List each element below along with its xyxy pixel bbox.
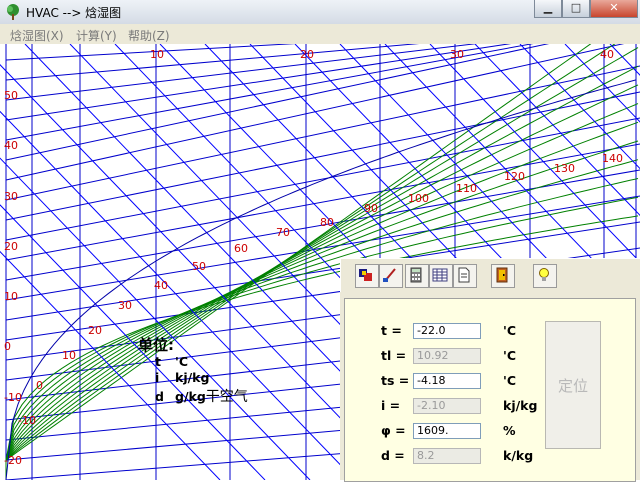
enthalpy-tick-label: 100 [408,192,429,205]
document-button[interactable] [453,264,477,288]
unit-value: 'C [175,354,189,369]
psychro-chart-icon [359,269,372,281]
field-input-i: -2.10 [413,398,481,414]
enthalpy-tick-label: 10 [62,349,76,362]
moisture-tick-label: 20 [300,48,314,61]
temperature-tick-label: 10 [4,290,18,303]
moisture-tick-label: 30 [450,48,464,61]
temperature-tick-label: 50 [4,89,18,102]
enthalpy-tick-label: 130 [554,162,575,175]
enthalpy-tick-label: 30 [118,299,132,312]
enthalpy-tick-label: 70 [276,226,290,239]
field-unit-ts: 'C [503,373,517,388]
calc-panel-inner: t = -22.0 'C tl = 10.92 'C ts = -4.18 'C… [344,298,636,482]
unit-suffix: 干空气 [205,389,248,405]
moisture-tick-label: 40 [600,48,614,61]
units-title: 单位: [138,336,174,354]
app-tree-icon [7,4,19,20]
field-label-t: t = [381,323,402,338]
unit-row-d: d g/kg干空气 [155,386,248,406]
edit-brush-icon [383,268,396,282]
document-icon [458,267,470,283]
enthalpy-tick-label: 60 [234,242,248,255]
field-label-tl: tl = [381,348,407,363]
temperature-tick-label: 40 [4,139,18,152]
unit-symbol: i [155,370,160,385]
field-input-phi[interactable]: 1609. [413,423,481,439]
table-button[interactable] [429,264,453,288]
unit-symbol: t [155,354,161,369]
unit-value: g/kg [175,389,206,404]
calculator-icon [410,267,422,283]
units-legend: 单位: t 'C i kj/kg d g/kg干空气 [138,334,248,405]
menu-bar: 焓湿图(X) 计算(Y) 帮助(Z) [0,24,640,44]
exit-door-icon [496,267,508,283]
enthalpy-tick-label: 40 [154,279,168,292]
field-unit-tl: 'C [503,348,517,363]
locate-button[interactable]: 定位 [545,321,601,449]
exit-button[interactable] [491,264,515,288]
field-input-tl: 10.92 [413,348,481,364]
field-label-d: d = [381,448,405,463]
title-bar: HVAC --> 焓湿图 ▁ □ ✕ [0,0,640,25]
field-label-i: i = [381,398,401,413]
lightbulb-icon [539,268,549,281]
unit-row-t: t 'C [155,354,188,369]
field-input-ts[interactable]: -4.18 [413,373,481,389]
enthalpy-tick-label: 0 [36,379,43,392]
unit-row-i: i kj/kg [155,370,209,385]
enthalpy-tick-label: -10 [18,414,36,427]
field-unit-d: k/kg [503,448,534,463]
menu-help[interactable]: 帮助(Z) [128,27,170,44]
close-button[interactable]: ✕ [590,0,638,18]
enthalpy-tick-label: 50 [192,260,206,273]
calculator-button[interactable] [405,264,429,288]
field-label-phi: φ = [381,423,406,438]
temperature-line [5,143,640,261]
maximize-button[interactable]: □ [562,0,590,18]
temperature-tick-label: -20 [4,454,22,467]
edit-button[interactable] [379,264,403,288]
temperature-line [5,44,625,181]
field-unit-t: 'C [503,323,517,338]
unit-symbol: d [155,389,164,404]
menu-psychrometric[interactable]: 焓湿图(X) [10,27,64,44]
temperature-tick-label: 0 [4,340,11,353]
moisture-tick-label: 10 [150,48,164,61]
window-title: HVAC --> 焓湿图 [26,6,122,20]
calc-panel: t = -22.0 'C tl = 10.92 'C ts = -4.18 'C… [340,292,640,482]
table-icon [432,268,448,282]
menu-calculate[interactable]: 计算(Y) [76,27,117,44]
enthalpy-tick-label: 110 [456,182,477,195]
toolbar [340,258,640,293]
field-unit-phi: % [503,423,516,438]
temperature-tick-label: -10 [4,391,22,404]
enthalpy-tick-label: 140 [602,152,623,165]
enthalpy-tick-label: 80 [320,216,334,229]
enthalpy-tick-label: 90 [364,202,378,215]
unit-value: kj/kg [175,370,210,385]
field-input-t[interactable]: -22.0 [413,323,481,339]
hint-button[interactable] [533,264,557,288]
field-unit-i: kj/kg [503,398,538,413]
enthalpy-tick-label: 120 [504,170,525,183]
temperature-tick-label: 30 [4,190,18,203]
field-input-d: 8.2 [413,448,481,464]
minimize-button[interactable]: ▁ [534,0,562,18]
field-label-ts: ts = [381,373,410,388]
enthalpy-tick-label: 20 [88,324,102,337]
psychro-chart-button[interactable] [355,264,379,288]
temperature-tick-label: 20 [4,240,18,253]
